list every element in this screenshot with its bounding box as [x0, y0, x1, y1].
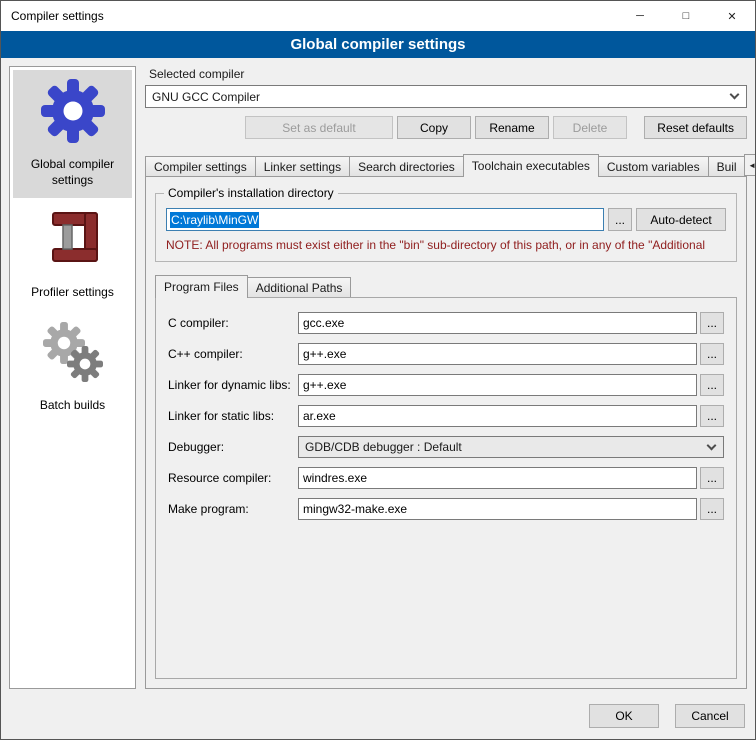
minimize-button[interactable]: ─	[617, 1, 663, 31]
dialog-content: Global compiler settings Profiler settin…	[1, 58, 755, 697]
resource-compiler-label: Resource compiler:	[168, 471, 298, 485]
debugger-value: GDB/CDB debugger : Default	[305, 440, 462, 454]
compiler-actions: Set as default Copy Rename Delete Reset …	[145, 116, 747, 139]
sidebar-item-batch-builds[interactable]: Batch builds	[13, 311, 132, 423]
close-button[interactable]: ✕	[709, 1, 755, 31]
set-as-default-button[interactable]: Set as default	[245, 116, 393, 139]
window-controls: ─ □ ✕	[617, 1, 755, 31]
browse-button[interactable]: ...	[700, 312, 724, 334]
bin-subdirectory-note: NOTE: All programs must exist either in …	[166, 238, 726, 252]
program-files-page: C compiler: ... C++ compiler: ... Linker…	[155, 297, 737, 679]
titlebar: Compiler settings ─ □ ✕	[1, 1, 755, 31]
subtab-program-files[interactable]: Program Files	[155, 275, 248, 298]
tab-linker-settings[interactable]: Linker settings	[255, 156, 350, 176]
dynamic-linker-row: Linker for dynamic libs: ...	[168, 374, 724, 396]
make-program-input[interactable]	[298, 498, 697, 520]
subtab-additional-paths[interactable]: Additional Paths	[247, 277, 352, 297]
resource-compiler-input[interactable]	[298, 467, 697, 489]
sidebar-item-label: Batch builds	[40, 397, 105, 413]
dynamic-linker-input[interactable]	[298, 374, 697, 396]
auto-detect-button[interactable]: Auto-detect	[636, 208, 726, 231]
dialog-footer: OK Cancel	[1, 697, 755, 739]
browse-button[interactable]: ...	[700, 498, 724, 520]
main-panel: Selected compiler GNU GCC Compiler Set a…	[145, 66, 747, 689]
tab-scroll-buttons: ◄ ►	[745, 154, 756, 176]
tab-scroll-left-button[interactable]: ◄	[744, 154, 756, 176]
sidebar-item-label: Global compiler settings	[15, 156, 130, 188]
settings-sidebar: Global compiler settings Profiler settin…	[9, 66, 136, 689]
page-title: Global compiler settings	[1, 31, 755, 58]
static-linker-input[interactable]	[298, 405, 697, 427]
tab-build-options-truncated[interactable]: Buil	[708, 156, 746, 176]
debugger-select[interactable]: GDB/CDB debugger : Default	[298, 436, 724, 458]
resource-compiler-row: Resource compiler: ...	[168, 467, 724, 489]
c-compiler-label: C compiler:	[168, 316, 298, 330]
rename-button[interactable]: Rename	[475, 116, 549, 139]
selected-path-text: C:\raylib\MinGW	[170, 212, 259, 228]
c-compiler-input[interactable]	[298, 312, 697, 334]
chevron-down-icon	[730, 90, 740, 100]
browse-button[interactable]: ...	[700, 374, 724, 396]
make-program-label: Make program:	[168, 502, 298, 516]
debugger-row: Debugger: GDB/CDB debugger : Default	[168, 436, 724, 458]
tab-compiler-settings[interactable]: Compiler settings	[145, 156, 256, 176]
program-files-tabbar: Program Files Additional Paths	[155, 274, 737, 297]
installation-directory-title: Compiler's installation directory	[164, 186, 338, 200]
installation-directory-row: C:\raylib\MinGW ... Auto-detect	[166, 208, 726, 231]
tab-search-directories[interactable]: Search directories	[349, 156, 464, 176]
browse-button[interactable]: ...	[700, 467, 724, 489]
compiler-settings-dialog: Compiler settings ─ □ ✕ Global compiler …	[0, 0, 756, 740]
tab-custom-variables[interactable]: Custom variables	[598, 156, 709, 176]
static-linker-label: Linker for static libs:	[168, 409, 298, 423]
sidebar-item-profiler-settings[interactable]: Profiler settings	[13, 198, 132, 310]
profiler-clamp-icon	[41, 207, 105, 271]
static-linker-row: Linker for static libs: ...	[168, 405, 724, 427]
cancel-button[interactable]: Cancel	[675, 704, 745, 728]
dynamic-linker-label: Linker for dynamic libs:	[168, 378, 298, 392]
copy-button[interactable]: Copy	[397, 116, 471, 139]
settings-tabbar: Compiler settings Linker settings Search…	[145, 153, 747, 176]
chevron-down-icon	[707, 440, 717, 450]
debugger-label: Debugger:	[168, 440, 298, 454]
selected-compiler-select[interactable]: GNU GCC Compiler	[145, 85, 747, 108]
maximize-button[interactable]: □	[663, 1, 709, 31]
delete-button[interactable]: Delete	[553, 116, 627, 139]
browse-button[interactable]: ...	[700, 405, 724, 427]
reset-defaults-button[interactable]: Reset defaults	[644, 116, 747, 139]
make-program-row: Make program: ...	[168, 498, 724, 520]
toolchain-executables-page: Compiler's installation directory C:\ray…	[145, 176, 747, 689]
blue-gear-icon	[41, 79, 105, 143]
cpp-compiler-input[interactable]	[298, 343, 697, 365]
tab-toolchain-executables[interactable]: Toolchain executables	[463, 154, 599, 177]
installation-directory-group: Compiler's installation directory C:\ray…	[155, 193, 737, 262]
selected-compiler-value: GNU GCC Compiler	[152, 90, 260, 104]
cpp-compiler-label: C++ compiler:	[168, 347, 298, 361]
sidebar-item-label: Profiler settings	[31, 284, 114, 300]
browse-directory-button[interactable]: ...	[608, 208, 632, 231]
installation-directory-input[interactable]: C:\raylib\MinGW	[166, 208, 604, 231]
selected-compiler-label: Selected compiler	[149, 67, 747, 81]
cpp-compiler-row: C++ compiler: ...	[168, 343, 724, 365]
gray-gears-icon	[41, 320, 105, 384]
ok-button[interactable]: OK	[589, 704, 659, 728]
c-compiler-row: C compiler: ...	[168, 312, 724, 334]
browse-button[interactable]: ...	[700, 343, 724, 365]
window-title: Compiler settings	[1, 9, 104, 23]
sidebar-item-global-compiler-settings[interactable]: Global compiler settings	[13, 70, 132, 198]
